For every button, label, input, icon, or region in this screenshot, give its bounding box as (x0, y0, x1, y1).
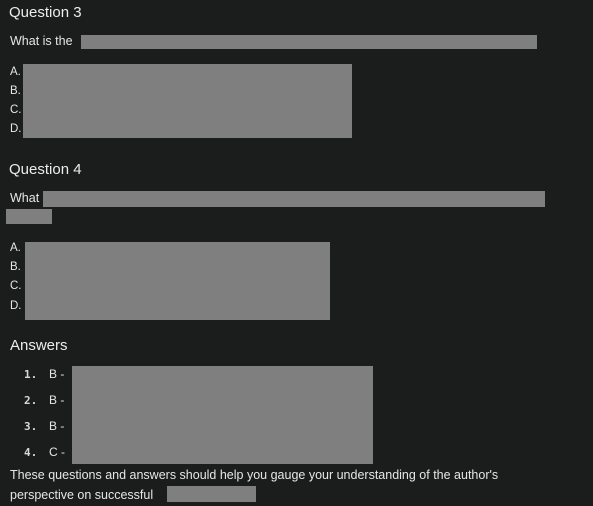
q4-option-c: C. (10, 280, 22, 292)
redacted-question-4-options (25, 242, 330, 320)
answer-3-number: 3. (24, 420, 38, 433)
q3-option-a: A. (10, 66, 21, 78)
redacted-question-3-options (23, 64, 352, 138)
q4-option-b: B. (10, 261, 21, 273)
answer-4-number: 4. (24, 446, 38, 459)
answer-2-number: 2. (24, 394, 38, 407)
question-3-heading: Question 3 (9, 4, 82, 21)
q3-option-c: C. (10, 104, 22, 116)
footer-text-line-2: perspective on successful (10, 488, 154, 502)
redacted-question-4-text-continued (6, 209, 52, 224)
answer-2-letter: B - (49, 393, 65, 407)
answer-1-number: 1. (24, 368, 38, 381)
answers-heading: Answers (10, 337, 68, 354)
footer-text-line-1: These questions and answers should help … (10, 468, 499, 482)
answer-1-letter: B - (49, 367, 65, 381)
answer-4-letter: C - (49, 445, 65, 459)
redacted-question-4-text (43, 191, 545, 207)
redacted-footer-text (167, 486, 256, 502)
answer-3-letter: B - (49, 419, 65, 433)
q3-option-b: B. (10, 85, 21, 97)
redacted-question-3-text (81, 35, 537, 49)
question-3-prompt: What is the (10, 34, 73, 48)
question-4-heading: Question 4 (9, 161, 82, 178)
question-4-prompt: What (10, 191, 40, 205)
q3-option-d: D. (10, 123, 22, 135)
q4-option-a: A. (10, 242, 21, 254)
redacted-answers (72, 366, 373, 464)
q4-option-d: D. (10, 300, 22, 312)
